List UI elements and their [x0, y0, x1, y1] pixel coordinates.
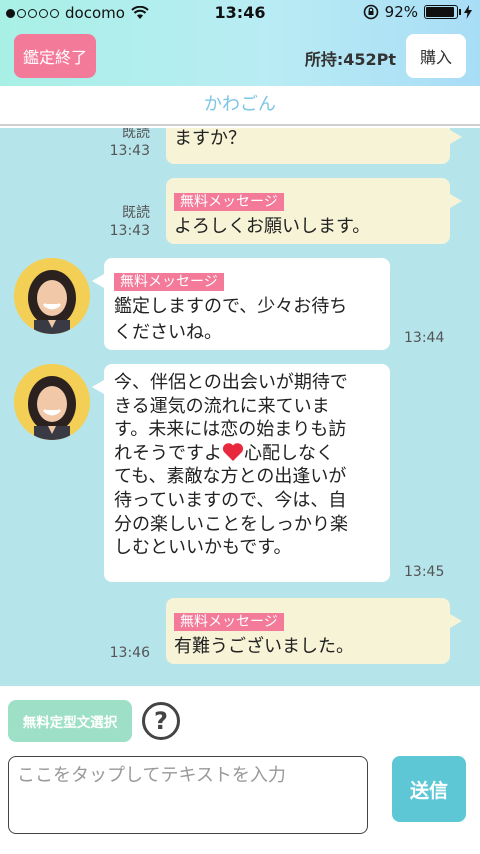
outgoing-message: ますか？: [166, 128, 462, 164]
battery-icon: [424, 5, 461, 19]
status-bar: docomo 13:46 92%: [0, 0, 480, 26]
charging-icon: [464, 5, 472, 19]
end-session-button[interactable]: 鑑定終了: [14, 34, 96, 78]
template-select-button[interactable]: 無料定型文選択: [8, 700, 132, 742]
message-time: 13:45: [404, 564, 445, 580]
message-meta: 既読 13:43: [104, 128, 150, 160]
message-text: 今、伴侶との出会いが期待で: [114, 372, 348, 393]
status-right: 92%: [363, 3, 472, 21]
help-icon[interactable]: ?: [142, 702, 180, 740]
read-receipt: 既読: [122, 205, 150, 221]
incoming-message: 今、伴侶との出会いが期待で きる運気の流れに来ていま す。未来には恋の始まりも訪…: [92, 364, 390, 582]
free-message-tag: 無料メッセージ: [174, 613, 284, 631]
message-meta: 既読 13:43: [104, 204, 150, 240]
free-message-tag: 無料メッセージ: [114, 273, 224, 291]
outgoing-message: 無料メッセージ 有難うございました。: [166, 598, 462, 664]
message-text: れそうですよ: [114, 442, 222, 464]
avatar-image: [14, 364, 90, 440]
message-text: す。未来には恋の始まりも訪: [114, 419, 347, 441]
advisor-avatar[interactable]: [14, 364, 90, 440]
battery-level: [426, 7, 454, 17]
message-meta: 13:46: [104, 644, 150, 662]
message-text: 分の楽しいことをしっかり楽: [114, 513, 348, 535]
message-text: しむといいかもです。: [114, 537, 292, 559]
battery-percent: 92%: [384, 3, 418, 21]
incoming-message: 無料メッセージ 鑑定しますので、少々お待ち くださいね。: [92, 258, 390, 350]
message-time: 13:43: [109, 223, 150, 239]
points-balance: 所持:452Pt: [304, 50, 396, 69]
send-button[interactable]: 送信: [392, 756, 466, 822]
message-text: 鑑定しますので、少々お待ち: [114, 296, 348, 317]
chat-area[interactable]: 既読 13:43 ますか？ 既読 13:43 無料メッセージ よろしくお願いしま…: [0, 128, 480, 686]
buy-button[interactable]: 購入: [406, 34, 466, 78]
message-text: 心配しなく: [244, 442, 334, 464]
avatar-image: [14, 258, 90, 334]
outgoing-message: 無料メッセージ よろしくお願いします。: [166, 178, 462, 244]
input-footer: 無料定型文選択 ? 送信: [0, 686, 480, 854]
free-message-tag: 無料メッセージ: [174, 193, 284, 211]
message-text: くださいね。: [114, 322, 222, 343]
message-input[interactable]: [8, 756, 368, 834]
message-text: よろしくお願いします。: [174, 216, 371, 237]
message-text: ても、素敵な方との出逢いが: [114, 466, 347, 488]
message-text: きる運気の流れに来ていま: [114, 395, 330, 417]
lock-rotation-icon: [363, 4, 378, 20]
message-text: 待っていますので、今は、自: [114, 489, 347, 511]
advisor-name: かわごん: [0, 86, 480, 126]
message-time: 13:46: [109, 645, 150, 661]
message-text: 有難うございました。: [174, 636, 354, 657]
read-receipt: 既読: [122, 128, 150, 141]
message-time: 13:43: [109, 143, 150, 159]
advisor-avatar[interactable]: [14, 258, 90, 334]
top-bar: 鑑定終了 所持:452Pt 購入: [0, 26, 480, 86]
message-time: 13:44: [404, 330, 445, 346]
message-text: ますか？: [174, 128, 246, 149]
heart-icon: [222, 442, 244, 461]
message-text-line: れそうですよ 心配しなく: [114, 442, 380, 466]
